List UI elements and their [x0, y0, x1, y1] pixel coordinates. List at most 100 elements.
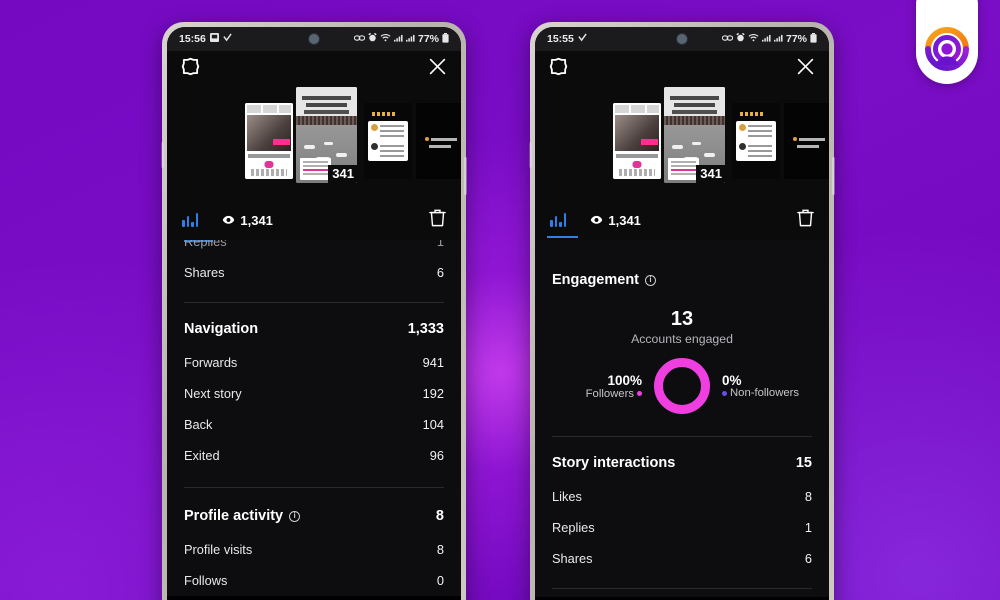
- non-followers-label: Non-followers: [730, 386, 800, 399]
- story-interactions-title: Story interactions: [552, 455, 676, 471]
- bar-chart-icon[interactable]: [547, 200, 578, 240]
- phone-power-button[interactable]: [832, 157, 835, 195]
- signal-1-icon: [761, 34, 771, 45]
- views-count: 1,341: [240, 212, 273, 228]
- navigation-section-header: Navigation 1,333: [167, 311, 461, 347]
- phone-left: 15:56 77% 341 1,341 Replies 1 Shares 6 N…: [161, 22, 467, 600]
- replies-value: 1: [436, 240, 444, 249]
- likes-value: 8: [804, 489, 812, 504]
- front-camera-punch-hole: [308, 33, 320, 45]
- shares-label: Shares: [552, 551, 593, 566]
- stats-content-right: Engagement i 13 Accounts engaged 100% Fo…: [535, 240, 829, 597]
- stats-bar-right: 1,341: [535, 200, 829, 240]
- story-thumb-3[interactable]: 👁 831: [364, 103, 412, 179]
- close-icon[interactable]: [428, 57, 447, 81]
- phone-volume-button[interactable]: [161, 142, 164, 168]
- eye-icon: [222, 213, 235, 228]
- alarm-icon: [736, 33, 745, 45]
- engagement-title: Engagement: [552, 272, 640, 288]
- forwards-value: 941: [422, 355, 444, 370]
- bar-chart-icon[interactable]: [182, 200, 199, 240]
- phone-volume-button[interactable]: [529, 142, 532, 168]
- next-story-label: Next story: [184, 386, 242, 401]
- views-counter: 1,341: [222, 213, 273, 228]
- stats-content-left: Replies 1 Shares 6 Navigation 1,333 Forw…: [167, 240, 461, 596]
- shares-value: 6: [436, 265, 444, 280]
- sd-card-icon: [209, 33, 219, 45]
- story-thumb-4[interactable]: 👁 725: [416, 103, 461, 179]
- exited-label: Exited: [184, 448, 220, 463]
- profile-activity-section-header: Profile activity i 8: [167, 498, 461, 534]
- follows-label: Follows: [184, 573, 228, 588]
- profile-activity-title: Profile activity: [184, 508, 284, 524]
- forwards-label: Forwards: [184, 355, 238, 370]
- replies-row-clipped: Replies 1: [167, 240, 461, 249]
- logo-mark-icon: [922, 24, 972, 74]
- checkmark-icon: [223, 33, 232, 45]
- profile-visits-label: Profile visits: [184, 542, 253, 557]
- story-thumb-1[interactable]: [613, 103, 661, 179]
- navigation-total: 1,333: [407, 321, 444, 337]
- engagement-section-header: Engagement i: [535, 262, 829, 298]
- story-carousel-left[interactable]: 341 👁 831 👁 725: [167, 87, 461, 200]
- non-followers-percent: 0%: [722, 372, 742, 388]
- next-story-value: 192: [422, 386, 444, 401]
- info-icon[interactable]: i: [645, 274, 657, 286]
- story-interactions-header: Story interactions 15: [535, 445, 829, 481]
- table-row: Next story 192: [167, 378, 461, 409]
- wifi-icon: [380, 33, 391, 45]
- app-header-right: [535, 51, 829, 87]
- battery-icon: [810, 32, 817, 46]
- signal-1-icon: [393, 34, 403, 45]
- story-thumb-selected[interactable]: 341: [664, 87, 725, 183]
- close-icon[interactable]: [796, 57, 815, 81]
- alarm-icon: [368, 33, 377, 45]
- status-bar-left: 15:56 77%: [167, 27, 461, 51]
- replies-value: 1: [804, 520, 812, 535]
- shares-value: 6: [804, 551, 812, 566]
- likes-label: Likes: [552, 489, 582, 504]
- divider: [184, 302, 444, 303]
- legend-non-followers: 0% Non-followers: [722, 373, 808, 400]
- battery-icon: [442, 32, 449, 46]
- story-thumb-selected[interactable]: 341: [296, 87, 357, 183]
- followers-percent: 100%: [607, 372, 642, 388]
- status-time: 15:56: [179, 33, 206, 45]
- active-tab-underline: [547, 235, 578, 238]
- sun-burst-icon[interactable]: [549, 57, 568, 81]
- info-icon[interactable]: i: [289, 510, 301, 522]
- table-row: Likes 8: [535, 481, 829, 512]
- battery-percent: 77%: [417, 33, 439, 45]
- story-thumb-4[interactable]: 👁 725: [784, 103, 829, 179]
- selected-story-caret: [684, 191, 702, 200]
- link-icon: [353, 34, 366, 45]
- link-icon: [721, 34, 734, 45]
- exited-value: 96: [429, 448, 444, 463]
- story-thumb-1[interactable]: [245, 103, 293, 179]
- divider: [184, 487, 444, 488]
- profile-activity-total: 8: [435, 508, 444, 524]
- table-row: Follows 0: [167, 565, 461, 596]
- followers-color-dot: [637, 391, 642, 396]
- trash-icon[interactable]: [429, 208, 446, 232]
- story-interactions-total: 15: [795, 455, 812, 471]
- trash-icon[interactable]: [797, 208, 814, 232]
- table-row: Profile visits 8: [167, 534, 461, 565]
- profile-visits-value: 8: [436, 542, 444, 557]
- replies-label: Replies: [184, 240, 227, 249]
- divider: [552, 588, 812, 589]
- story-thumb-3[interactable]: 👁 831: [732, 103, 780, 179]
- sun-burst-icon[interactable]: [181, 57, 200, 81]
- table-row: Back 104: [167, 409, 461, 440]
- front-camera-punch-hole: [676, 33, 688, 45]
- back-label: Back: [184, 417, 213, 432]
- phone-power-button[interactable]: [464, 157, 467, 195]
- followers-label: Followers: [585, 387, 634, 400]
- story-carousel-right[interactable]: 341 👁 831 👁 725: [535, 87, 829, 200]
- table-row: Replies 1: [535, 512, 829, 543]
- phone-right-screen: 15:55 77% 341 1,341 Engagement i 13 Acco…: [535, 27, 829, 600]
- signal-2-icon: [773, 34, 783, 45]
- engagement-donut: [654, 358, 710, 414]
- follows-value: 0: [436, 573, 444, 588]
- table-row: Shares 6: [535, 543, 829, 574]
